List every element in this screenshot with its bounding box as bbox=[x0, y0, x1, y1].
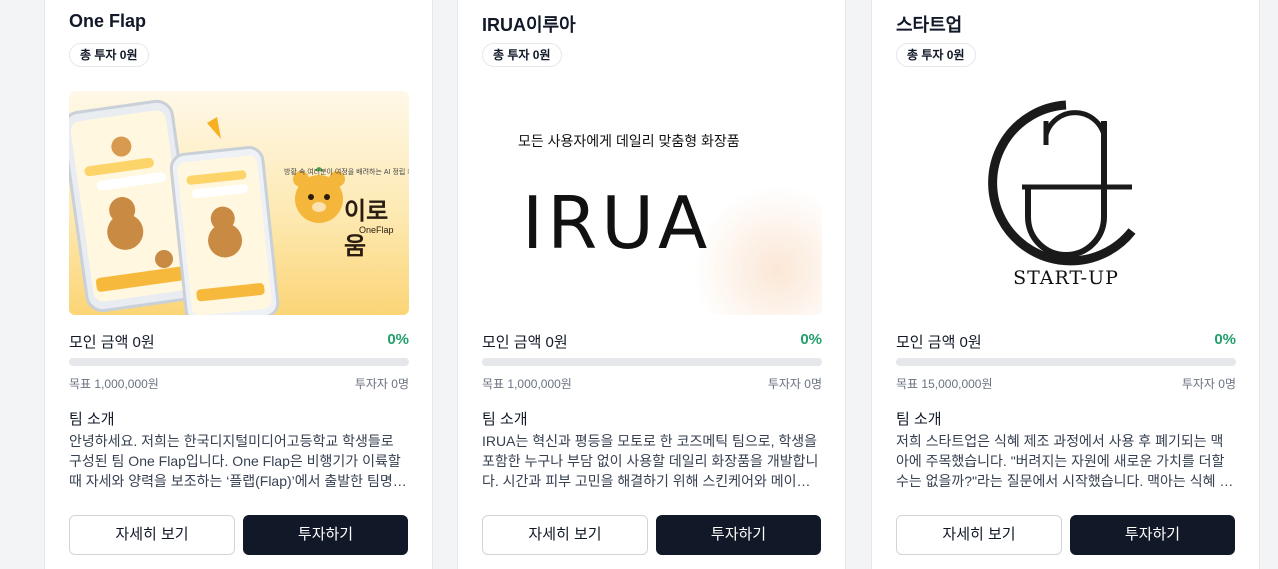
irua-logo: IRUA bbox=[522, 181, 712, 265]
progress-bar bbox=[896, 358, 1236, 366]
raised-amount: 모인 금액 0원 bbox=[896, 334, 982, 351]
project-card: One Flap 총 투자 0원 방황 속 여러분이 여정을 배려하는 AI 정… bbox=[44, 0, 433, 569]
view-details-button[interactable]: 자세히 보기 bbox=[896, 515, 1062, 555]
team-description: 안녕하세요. 저희는 한국디지털미디어고등학교 학생들로 구성된 팀 One F… bbox=[69, 433, 406, 489]
team-description: 저희 스타트업은 식혜 제조 과정에서 사용 후 폐기되는 맥아에 주목했습니다… bbox=[896, 433, 1233, 489]
funding-percent: 0% bbox=[1214, 331, 1236, 348]
project-thumbnail[interactable]: START-UP bbox=[896, 91, 1236, 315]
thumbnail-glow bbox=[692, 185, 822, 315]
team-description: IRUA는 혁신과 평등을 모토로 한 코즈메틱 팀으로, 학생을 포함한 누구… bbox=[482, 433, 819, 489]
project-card: IRUA이루아 총 투자 0원 모든 사용자에게 데일리 맞춤형 화장품 IRU… bbox=[457, 0, 846, 569]
invest-button[interactable]: 투자하기 bbox=[243, 515, 408, 555]
view-details-button[interactable]: 자세히 보기 bbox=[69, 515, 235, 555]
funding-row: 모인 금액 0원 0% bbox=[69, 331, 409, 351]
project-title[interactable]: 스타트업 bbox=[896, 11, 962, 37]
view-details-button[interactable]: 자세히 보기 bbox=[482, 515, 648, 555]
team-heading: 팀 소개 bbox=[482, 411, 528, 428]
investor-count: 투자자 0명 bbox=[767, 377, 822, 391]
invest-button[interactable]: 투자하기 bbox=[1070, 515, 1235, 555]
total-investment-badge: 총 투자 0원 bbox=[69, 43, 149, 67]
goal-amount: 목표 15,000,000원 bbox=[896, 377, 993, 391]
goal-amount: 목표 1,000,000원 bbox=[482, 377, 572, 391]
total-investment-badge: 총 투자 0원 bbox=[896, 43, 976, 67]
project-card: 스타트업 총 투자 0원 START-UP 모인 금액 0원 0% 목표 15,… bbox=[871, 0, 1260, 569]
raised-amount: 모인 금액 0원 bbox=[482, 334, 568, 351]
funding-percent: 0% bbox=[800, 331, 822, 348]
project-title[interactable]: IRUA이루아 bbox=[482, 11, 576, 37]
funding-meta: 목표 1,000,000원 투자자 0명 bbox=[69, 375, 409, 391]
project-thumbnail[interactable]: 모든 사용자에게 데일리 맞춤형 화장품 IRUA bbox=[482, 91, 822, 315]
project-title[interactable]: One Flap bbox=[69, 11, 146, 32]
funding-row: 모인 금액 0원 0% bbox=[482, 331, 822, 351]
funding-meta: 목표 15,000,000원 투자자 0명 bbox=[896, 375, 1236, 391]
total-investment-badge: 총 투자 0원 bbox=[482, 43, 562, 67]
goal-amount: 목표 1,000,000원 bbox=[69, 377, 159, 391]
invest-button[interactable]: 투자하기 bbox=[656, 515, 821, 555]
startup-wordmark: START-UP bbox=[1013, 267, 1119, 289]
funding-row: 모인 금액 0원 0% bbox=[896, 331, 1236, 351]
investor-count: 투자자 0명 bbox=[354, 377, 409, 391]
funding-meta: 목표 1,000,000원 투자자 0명 bbox=[482, 375, 822, 391]
thumbnail-tagline: 방황 속 여러분이 여정을 배려하는 AI 정립 케어 서 bbox=[284, 169, 409, 176]
funding-percent: 0% bbox=[387, 331, 409, 348]
team-heading: 팀 소개 bbox=[896, 411, 942, 428]
raised-amount: 모인 금액 0원 bbox=[69, 334, 155, 351]
thumbnail-slogan: 모든 사용자에게 데일리 맞춤형 화장품 bbox=[518, 133, 740, 149]
thumbnail-brand-sub: OneFlap bbox=[359, 225, 394, 235]
project-thumbnail[interactable]: 방황 속 여러분이 여정을 배려하는 AI 정립 케어 서 이로움 OneFla… bbox=[69, 91, 409, 315]
investor-count: 투자자 0명 bbox=[1181, 377, 1236, 391]
team-heading: 팀 소개 bbox=[69, 411, 115, 428]
progress-bar bbox=[482, 358, 822, 366]
progress-bar bbox=[69, 358, 409, 366]
